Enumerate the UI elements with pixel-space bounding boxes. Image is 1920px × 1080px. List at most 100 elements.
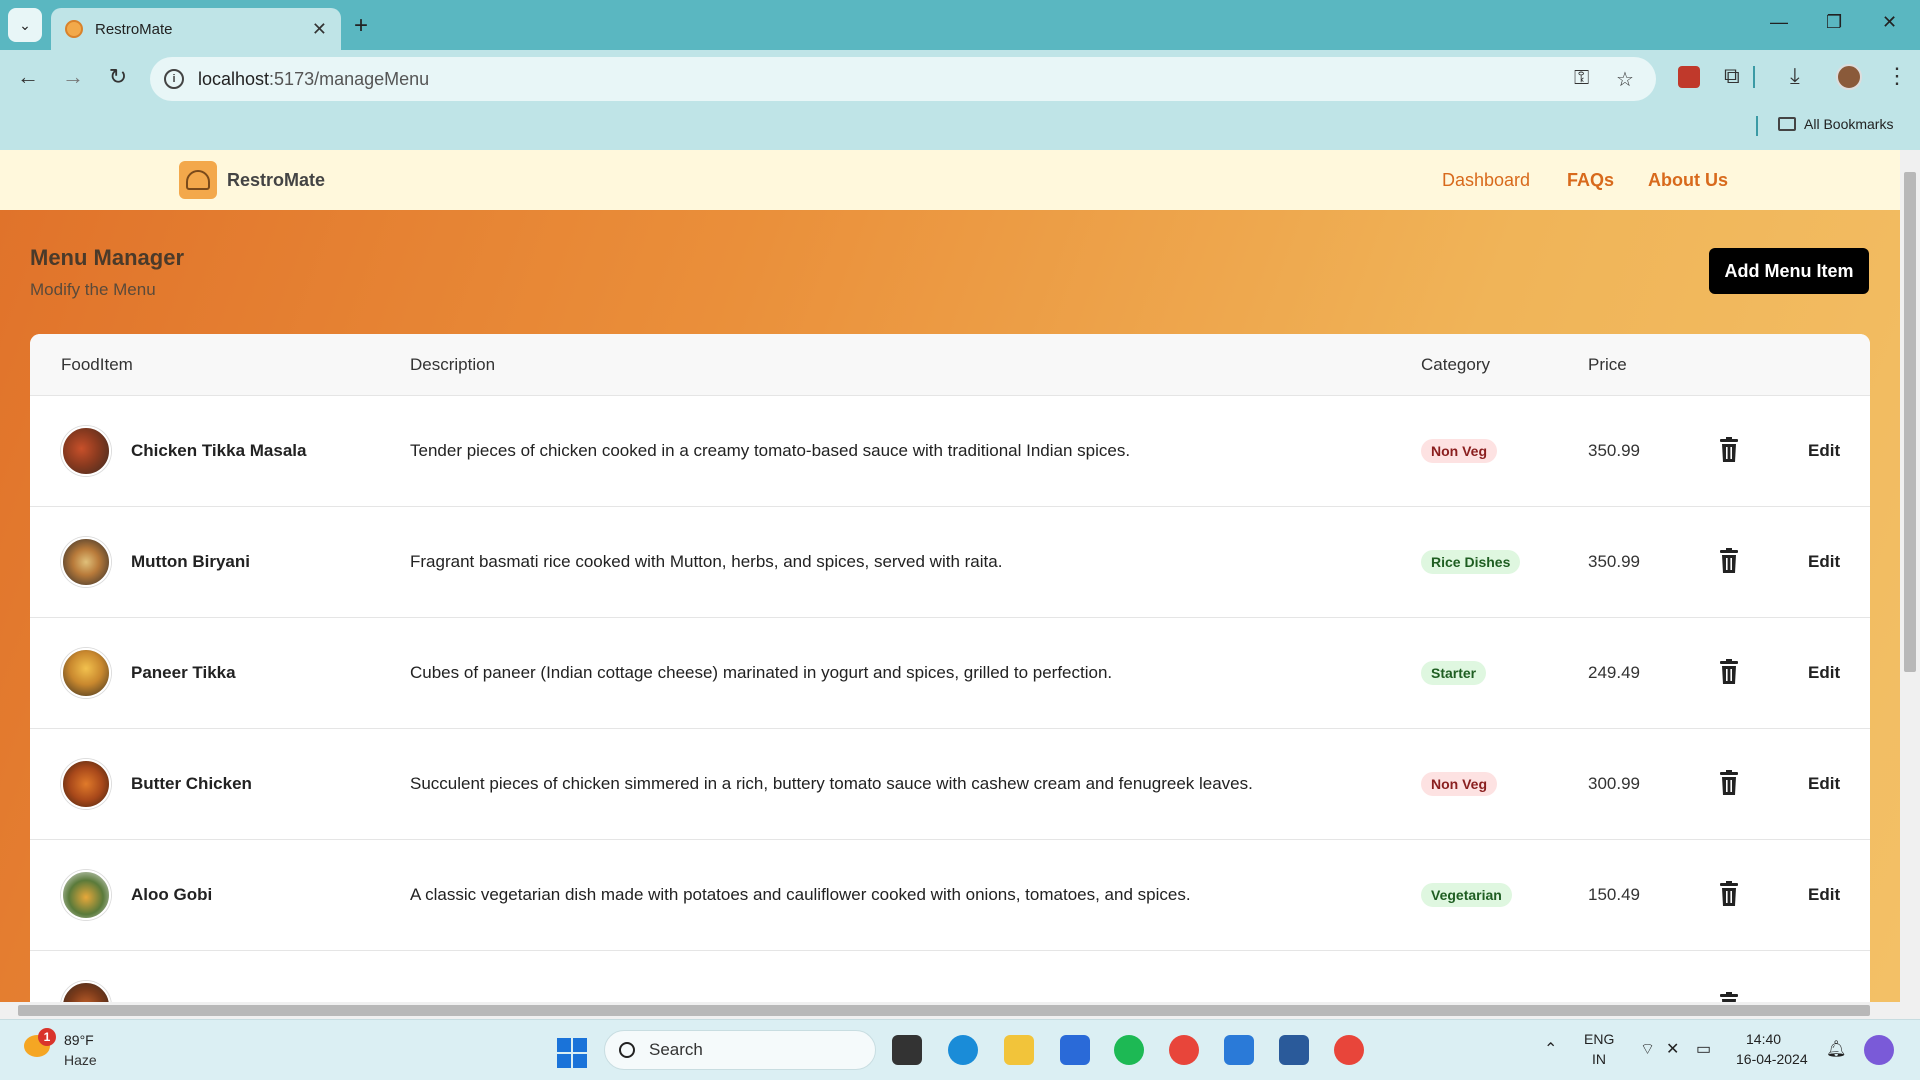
site-header: RestroMate Dashboard FAQs About Us <box>0 150 1900 210</box>
horizontal-scroll-thumb[interactable] <box>18 1005 1870 1016</box>
spotify-icon[interactable] <box>1114 1035 1144 1065</box>
extension-red-icon[interactable] <box>1678 66 1700 88</box>
header-price: Price <box>1588 355 1627 374</box>
food-name: Mutton Biryani <box>131 552 250 571</box>
edit-link[interactable]: Edit <box>1808 441 1840 461</box>
table-row: Butter Chicken Succulent pieces of chick… <box>30 729 1870 840</box>
reload-icon[interactable]: ↻ <box>103 64 133 90</box>
wifi-icon[interactable]: ⌔ <box>1640 1039 1655 1059</box>
notification-bell-icon[interactable]: 🔔︎ <box>1826 1039 1846 1059</box>
windows-start-icon[interactable] <box>557 1038 587 1068</box>
trash-icon[interactable] <box>1719 992 1739 1002</box>
trash-icon[interactable] <box>1719 659 1739 685</box>
chrome-icon[interactable] <box>1169 1035 1199 1065</box>
file-explorer-icon[interactable] <box>1004 1035 1034 1065</box>
all-bookmarks-button[interactable]: All Bookmarks <box>1778 116 1893 132</box>
task-view-icon[interactable] <box>892 1035 922 1065</box>
edit-link[interactable]: Edit <box>1808 663 1840 683</box>
header-category: Category <box>1421 355 1490 374</box>
mail-icon[interactable] <box>1060 1035 1090 1065</box>
bookmarks-divider <box>1756 116 1758 136</box>
category-badge: Non Veg <box>1421 439 1498 463</box>
edit-link[interactable]: Edit <box>1808 885 1840 905</box>
cloche-icon <box>186 170 210 190</box>
menu-table: FoodItem Description Category Price Chic… <box>30 334 1870 1002</box>
clock-time[interactable]: 14:40 <box>1746 1031 1781 1047</box>
edge-icon[interactable] <box>948 1035 978 1065</box>
nav-faqs[interactable]: FAQs <box>1567 170 1614 191</box>
language-bottom[interactable]: IN <box>1592 1051 1606 1067</box>
password-key-icon[interactable]: ⚿ <box>1574 67 1589 90</box>
header-description: Description <box>410 355 496 374</box>
weather-temperature[interactable]: 89°F <box>64 1032 94 1048</box>
food-name: Paneer Tikka <box>131 663 236 682</box>
browser-toolbar: ← → ↻ i localhost:5173/manageMenu ⚿ ☆ ⧉ … <box>0 50 1920 108</box>
nav-dashboard[interactable]: Dashboard <box>1442 170 1530 191</box>
trash-icon[interactable] <box>1719 770 1739 796</box>
food-thumbnail <box>61 537 111 587</box>
vertical-scrollbar[interactable] <box>1900 150 1920 1002</box>
food-price: 249.49 <box>1588 663 1640 682</box>
all-bookmarks-label: All Bookmarks <box>1804 116 1894 132</box>
windows-taskbar: 1 89°F Haze Search ⌃ ENG IN ⌔ ✕ ▭ 14:40 … <box>0 1019 1920 1080</box>
nav-about-us[interactable]: About Us <box>1648 170 1728 191</box>
restromate-logo[interactable] <box>179 161 217 199</box>
url-host: localhost <box>198 68 270 89</box>
trash-icon[interactable] <box>1719 548 1739 574</box>
restore-icon[interactable]: ❐ <box>1826 12 1842 33</box>
category-badge: Rice Dishes <box>1421 550 1521 574</box>
minimize-icon[interactable]: — <box>1770 12 1788 33</box>
back-arrow-icon[interactable]: ← <box>13 64 43 90</box>
clock-date[interactable]: 16-04-2024 <box>1736 1051 1808 1067</box>
table-row: Paneer Tikka Cubes of paneer (Indian cot… <box>30 618 1870 729</box>
food-name: Aloo Gobi <box>131 885 213 904</box>
weather-condition[interactable]: Haze <box>64 1052 97 1068</box>
folder-icon <box>1778 117 1796 131</box>
food-name: Butter Chicken <box>131 774 252 793</box>
category-badge: Vegetarian <box>1421 883 1512 907</box>
volume-muted-icon[interactable]: ✕ <box>1666 1039 1679 1059</box>
table-row: Mutton Biryani Fragrant basmati rice coo… <box>30 507 1870 618</box>
food-description: A classic vegetarian dish made with pota… <box>410 885 1191 904</box>
food-price: 350.99 <box>1588 441 1640 460</box>
close-window-icon[interactable]: ✕ <box>1882 12 1897 33</box>
vertical-scroll-thumb[interactable] <box>1904 172 1916 672</box>
header-fooditem: FoodItem <box>61 355 133 374</box>
url-path: :5173/manageMenu <box>269 68 430 89</box>
chrome-profile-icon[interactable] <box>1334 1035 1364 1065</box>
trash-icon[interactable] <box>1719 437 1739 463</box>
battery-icon[interactable]: ▭ <box>1696 1039 1711 1059</box>
food-description: Cubes of paneer (Indian cottage cheese) … <box>410 663 1113 682</box>
address-bar[interactable]: i localhost:5173/manageMenu ⚿ ☆ <box>150 57 1656 101</box>
trash-icon[interactable] <box>1719 881 1739 907</box>
profile-avatar[interactable] <box>1836 64 1862 90</box>
table-row: Chicken Tikka Masala Tender pieces of ch… <box>30 396 1870 507</box>
toolbar-divider <box>1753 66 1755 88</box>
search-icon <box>619 1042 635 1058</box>
copilot-icon[interactable] <box>1864 1035 1894 1065</box>
food-thumbnail <box>61 426 111 476</box>
food-price: 300.99 <box>1588 774 1640 793</box>
bookmark-star-icon[interactable]: ☆ <box>1616 67 1634 92</box>
tray-chevron-icon[interactable]: ⌃ <box>1544 1039 1557 1059</box>
site-info-icon[interactable]: i <box>164 69 184 89</box>
add-menu-item-button[interactable]: Add Menu Item <box>1709 248 1869 294</box>
language-top[interactable]: ENG <box>1584 1031 1614 1047</box>
app-icon[interactable] <box>1279 1035 1309 1065</box>
edit-link[interactable]: Edit <box>1808 774 1840 794</box>
browser-tab[interactable]: RestroMate ✕ <box>51 8 341 50</box>
category-badge: Starter <box>1421 661 1487 685</box>
taskbar-search[interactable]: Search <box>604 1030 876 1070</box>
food-name: Chicken Tikka Masala <box>131 441 307 460</box>
brand-name[interactable]: RestroMate <box>227 170 325 191</box>
tab-search-chevron-icon[interactable]: ⌄ <box>8 8 42 42</box>
vscode-icon[interactable] <box>1224 1035 1254 1065</box>
download-icon[interactable]: ⤓ <box>1790 63 1800 89</box>
new-tab-plus-icon[interactable]: + <box>354 12 368 40</box>
horizontal-scrollbar[interactable] <box>0 1002 1920 1019</box>
tab-close-icon[interactable]: ✕ <box>312 19 327 40</box>
extensions-puzzle-icon[interactable]: ⧉ <box>1724 63 1740 89</box>
forward-arrow-icon[interactable]: → <box>58 64 88 90</box>
edit-link[interactable]: Edit <box>1808 552 1840 572</box>
browser-menu-icon[interactable]: ⋮ <box>1886 63 1908 89</box>
